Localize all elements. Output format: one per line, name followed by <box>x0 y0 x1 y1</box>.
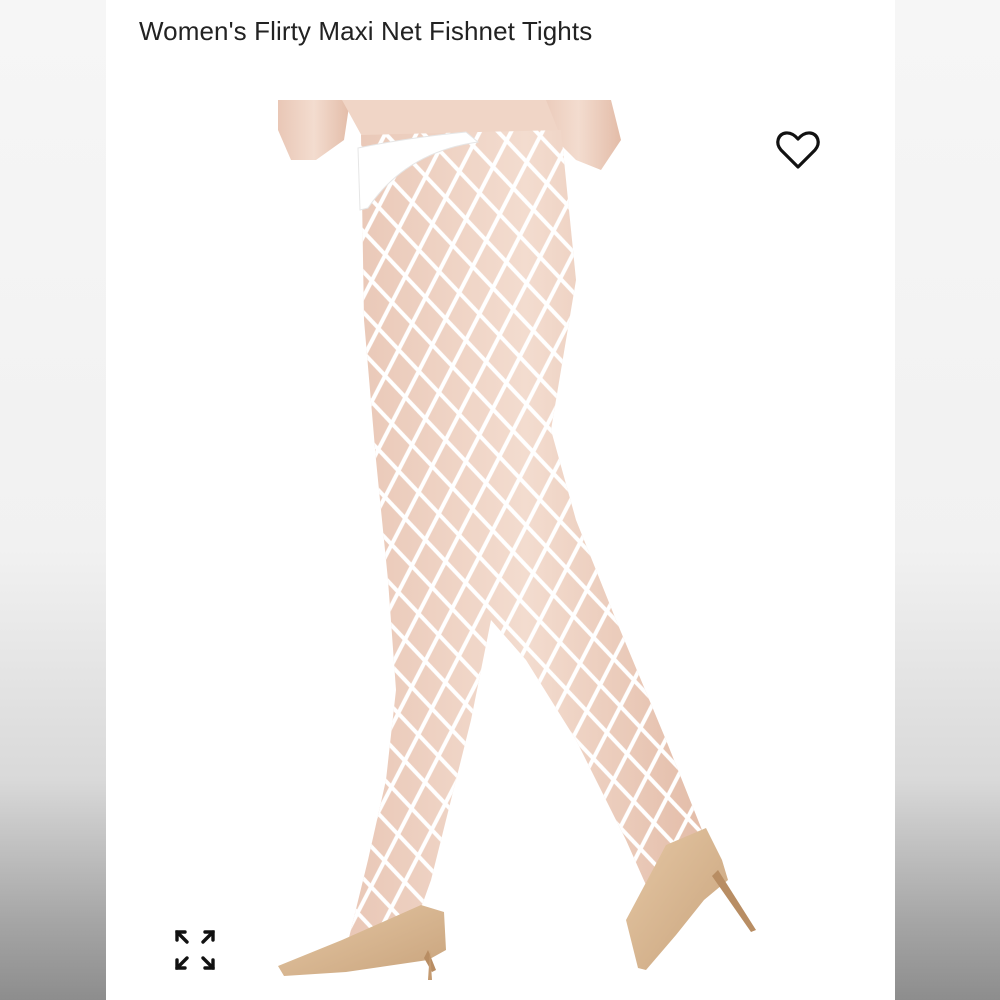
expand-arrows-icon <box>175 930 215 970</box>
product-card: Women's Flirty Maxi Net Fishnet Tights <box>106 0 895 1000</box>
product-title: Women's Flirty Maxi Net Fishnet Tights <box>139 16 593 46</box>
left-backdrop <box>0 0 106 1000</box>
heart-outline-icon <box>776 131 820 169</box>
product-photo[interactable] <box>106 100 895 1000</box>
right-backdrop <box>895 0 1000 1000</box>
model-illustration <box>278 100 756 980</box>
expand-image-button[interactable] <box>172 927 218 973</box>
wishlist-heart-icon[interactable] <box>774 128 822 172</box>
